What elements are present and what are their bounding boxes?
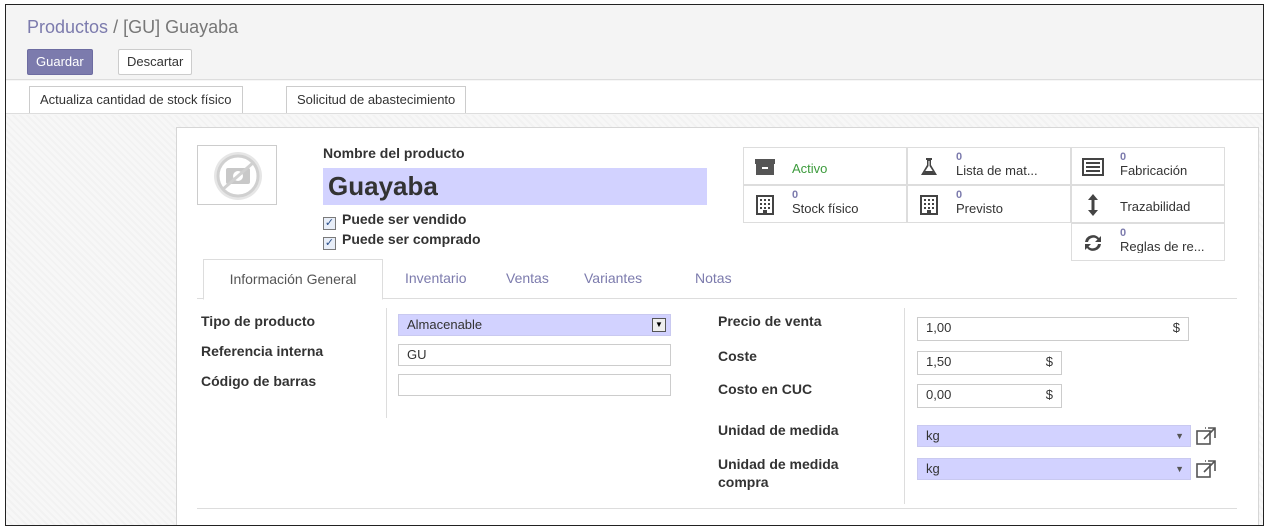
- stock-button[interactable]: 0 Stock físico: [743, 185, 907, 223]
- column-separator: [386, 308, 387, 418]
- bom-button[interactable]: 0 Lista de mat...: [907, 147, 1071, 185]
- breadcrumb-current: [GU] Guayaba: [123, 17, 239, 37]
- tab-notes[interactable]: Notas: [683, 259, 744, 299]
- active-toggle-button[interactable]: Activo: [743, 147, 907, 185]
- refresh-icon: [1082, 233, 1104, 253]
- cuc-cost-label: Costo en CUC: [718, 381, 813, 397]
- building-icon: [754, 195, 776, 215]
- update-stock-button[interactable]: Actualiza cantidad de stock físico: [29, 86, 243, 113]
- vertical-arrows-icon: [1082, 194, 1104, 216]
- save-button[interactable]: Guardar: [27, 49, 93, 75]
- tab-sales[interactable]: Ventas: [494, 259, 561, 299]
- bom-label: Lista de mat...: [956, 163, 1038, 177]
- column-separator-right: [904, 308, 905, 504]
- cuc-cost-value: 0,00: [926, 387, 952, 402]
- active-label: Activo: [792, 161, 828, 176]
- app-window: Productos / [GU] Guayaba Guardar Descart…: [5, 4, 1264, 526]
- purchase-ok-checkbox[interactable]: ✓: [323, 237, 336, 250]
- sale-ok-checkbox[interactable]: ✓: [323, 217, 336, 230]
- purchase-uom-label-line1: Unidad de medida: [718, 456, 839, 472]
- traceability-label: Trazabilidad: [1120, 199, 1191, 214]
- cost-input[interactable]: 1,50 $: [917, 351, 1062, 375]
- cost-label: Coste: [718, 348, 757, 364]
- cost-currency: $: [1045, 354, 1053, 369]
- procurement-request-button[interactable]: Solicitud de abastecimiento: [286, 86, 467, 113]
- sheet-bottom-divider: [197, 508, 1237, 509]
- control-panel: Productos / [GU] Guayaba Guardar Descart…: [6, 5, 1263, 80]
- uom-select[interactable]: kg ▼: [917, 425, 1191, 447]
- stock-label: Stock físico: [792, 201, 859, 215]
- list-icon: [1082, 157, 1104, 177]
- uom-label: Unidad de medida: [718, 422, 839, 438]
- dropdown-arrow-icon: ▼: [652, 318, 666, 332]
- purchase-uom-label: Unidad de medida compra: [718, 455, 839, 491]
- camera-placeholder-icon: [214, 152, 262, 200]
- product-name-label: Nombre del producto: [323, 145, 465, 161]
- sale-price-value: 1,00: [926, 320, 952, 335]
- purchase-uom-select[interactable]: kg ▼: [917, 458, 1191, 480]
- external-link-icon[interactable]: [1195, 459, 1217, 479]
- product-type-label: Tipo de producto: [201, 313, 316, 329]
- purchase-uom-value: kg: [926, 461, 940, 476]
- discard-button[interactable]: Descartar: [118, 49, 193, 75]
- cuc-cost-input[interactable]: 0,00 $: [917, 384, 1062, 408]
- product-type-select[interactable]: Almacenable ▼: [398, 314, 671, 336]
- building-icon: [918, 195, 940, 215]
- internal-ref-label: Referencia interna: [201, 343, 324, 359]
- tab-variants[interactable]: Variantes: [572, 259, 654, 299]
- purchase-uom-label-line2: compra: [718, 474, 769, 490]
- archive-icon: [754, 157, 776, 177]
- sale-price-currency: $: [1172, 320, 1180, 335]
- tab-inventory[interactable]: Inventario: [393, 259, 478, 299]
- breadcrumb: Productos / [GU] Guayaba: [27, 17, 238, 38]
- form-sheet: Nombre del producto Guayaba ✓ Puede ser v…: [176, 127, 1259, 525]
- statusbar: Actualiza cantidad de stock físico Solic…: [6, 81, 1263, 114]
- caret-down-icon: ▼: [1175, 464, 1184, 474]
- sale-price-label: Precio de venta: [718, 313, 822, 329]
- forecast-button[interactable]: 0 Previsto: [907, 185, 1071, 223]
- cost-value: 1,50: [926, 354, 952, 369]
- caret-down-icon: ▼: [1175, 431, 1184, 441]
- traceability-button[interactable]: Trazabilidad: [1071, 185, 1225, 223]
- form-background: Nombre del producto Guayaba ✓ Puede ser v…: [6, 115, 1263, 525]
- sale-ok-label: Puede ser vendido: [342, 211, 467, 227]
- purchase-ok-label: Puede ser comprado: [342, 231, 481, 247]
- breadcrumb-parent-link[interactable]: Productos: [27, 17, 108, 37]
- notebook-tabs: Información General Inventario Ventas Va…: [197, 259, 1237, 300]
- barcode-input[interactable]: [398, 374, 671, 396]
- uom-value: kg: [926, 428, 940, 443]
- internal-ref-input[interactable]: GU: [398, 344, 671, 366]
- flask-icon: [918, 157, 940, 177]
- manufacturing-label: Fabricación: [1120, 163, 1188, 177]
- product-image[interactable]: [197, 145, 277, 205]
- reorder-rules-label: Reglas de re...: [1120, 239, 1205, 253]
- product-name-input[interactable]: Guayaba: [323, 168, 707, 205]
- reorder-rules-button[interactable]: 0 Reglas de re...: [1071, 223, 1225, 261]
- external-link-icon[interactable]: [1195, 426, 1217, 446]
- purchase-ok-row: ✓ Puede ser comprado: [323, 230, 481, 250]
- sale-ok-row: ✓ Puede ser vendido: [323, 210, 467, 230]
- barcode-label: Código de barras: [201, 373, 317, 389]
- breadcrumb-separator: /: [113, 17, 119, 37]
- forecast-label: Previsto: [956, 201, 1003, 215]
- product-type-value: Almacenable: [407, 317, 483, 332]
- sale-price-input[interactable]: 1,00 $: [917, 317, 1189, 341]
- tab-general-info[interactable]: Información General: [203, 259, 383, 300]
- cuc-cost-currency: $: [1045, 387, 1053, 402]
- manufacturing-button[interactable]: 0 Fabricación: [1071, 147, 1225, 185]
